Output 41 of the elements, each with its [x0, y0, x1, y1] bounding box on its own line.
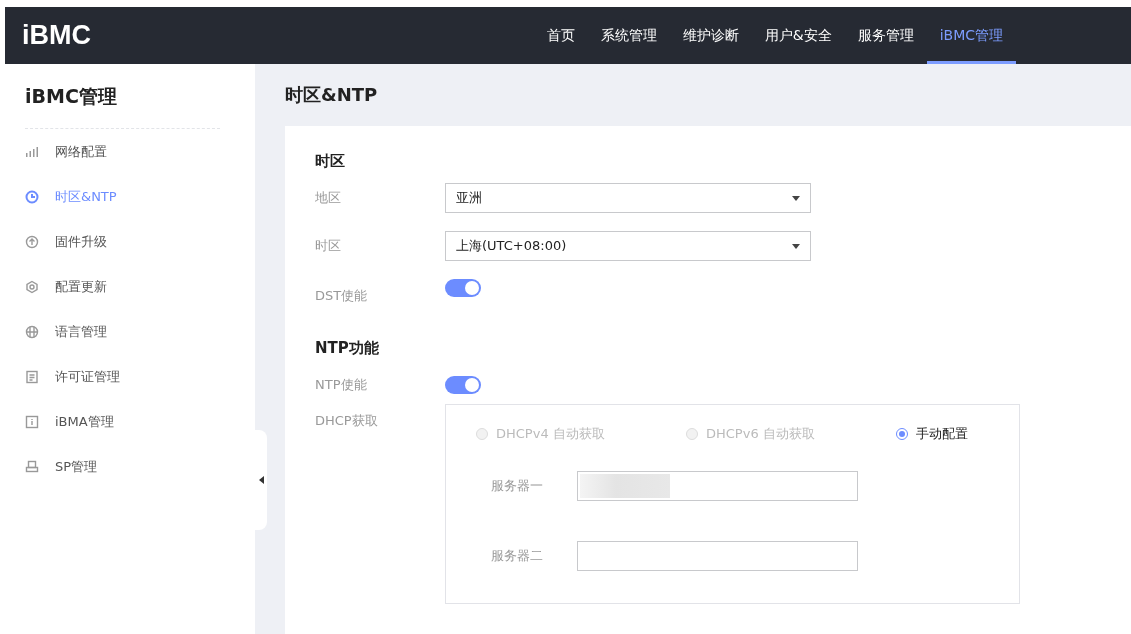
globe-icon [25, 324, 39, 339]
nav-tab[interactable]: 用户&安全 [751, 7, 845, 64]
toggle-switch[interactable] [445, 279, 481, 297]
nav-tab[interactable]: 服务管理 [844, 7, 927, 64]
page-title: 时区&NTP [285, 83, 379, 107]
sidebar-title: iBMC管理 [25, 64, 220, 129]
printer-icon [25, 459, 39, 474]
field-label: 时区 [315, 237, 342, 255]
signal-bars-icon [25, 144, 39, 159]
clock-icon [25, 189, 39, 204]
sidebar-item[interactable]: 网络配置 [25, 129, 255, 174]
server-input[interactable] [577, 471, 858, 501]
hexagon-icon [25, 279, 39, 294]
sidebar-item[interactable]: 语言管理 [25, 309, 255, 354]
section-heading: 时区 [315, 152, 346, 171]
region-select[interactable]: 亚洲 [445, 183, 811, 213]
info-icon [25, 414, 39, 429]
upload-circle-icon [25, 234, 39, 249]
field-label: NTP使能 [315, 376, 368, 394]
collapse-handle[interactable] [255, 430, 267, 530]
document-icon [25, 369, 39, 384]
server-input[interactable] [577, 541, 858, 571]
field-label: 服务器二 [491, 547, 544, 565]
section-heading: NTP功能 [315, 339, 380, 358]
caret-icon [792, 195, 800, 201]
sidebar-item[interactable]: 许可证管理 [25, 354, 255, 399]
field-label: DST使能 [315, 287, 369, 305]
sidebar-item[interactable]: 配置更新 [25, 264, 255, 309]
sidebar-item[interactable]: 固件升级 [25, 219, 255, 264]
field-label: DHCP获取 [315, 412, 379, 430]
toggle-switch[interactable] [445, 376, 481, 394]
nav-tab[interactable]: 首页 [533, 7, 588, 64]
sidebar-item[interactable]: SP管理 [25, 444, 255, 489]
logo: iBMC [22, 20, 91, 51]
sidebar-item[interactable]: iBMA管理 [25, 399, 255, 444]
caret-icon [792, 243, 800, 249]
field-label: 地区 [315, 189, 342, 207]
radio-option[interactable]: 手动配置 [896, 425, 1019, 443]
nav-tab[interactable]: 维护诊断 [669, 7, 752, 64]
nav-tab[interactable]: 系统管理 [587, 7, 670, 64]
timezone-select[interactable]: 上海(UTC+08:00) [445, 231, 811, 261]
